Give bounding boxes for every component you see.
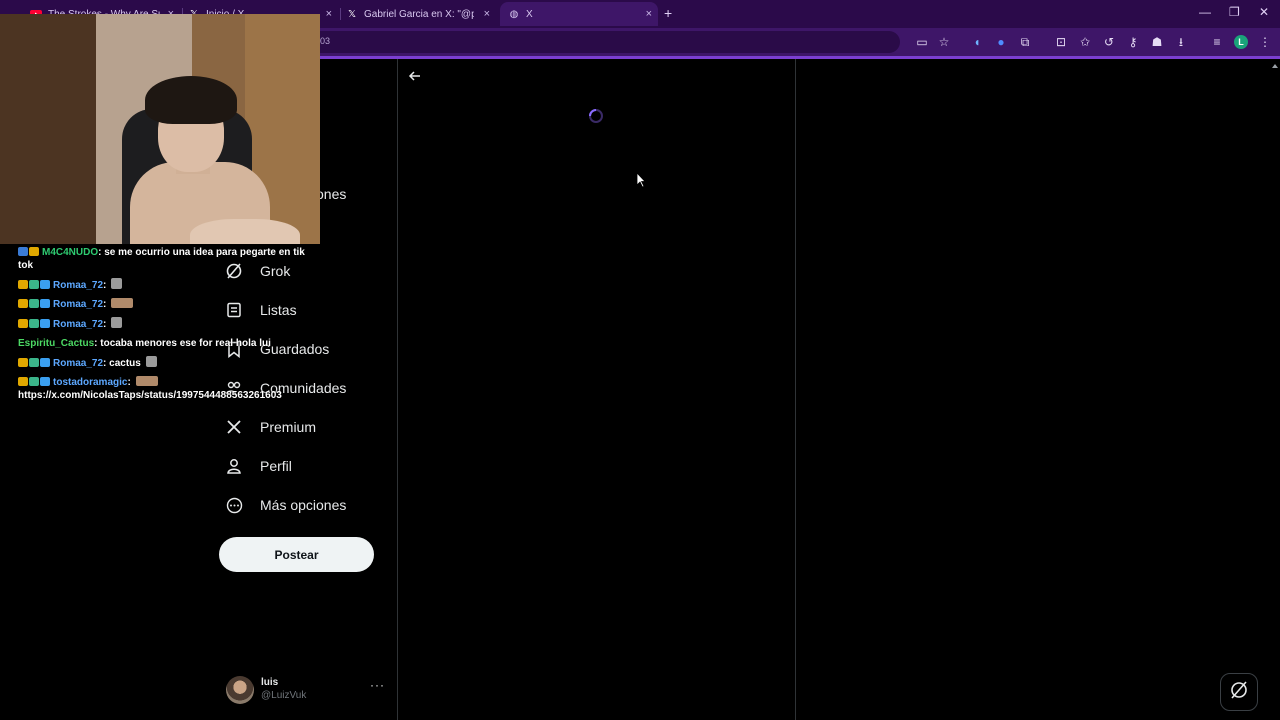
extension-audio-icon[interactable]: ◖ [970,35,984,49]
kebab-menu-icon[interactable]: ⋮ [1258,35,1272,49]
main-column-border-left [397,59,398,720]
chat-username: Romaa_72 [53,280,104,291]
chat-badges-icon [18,246,40,259]
restore-button[interactable]: ❐ [1229,5,1240,19]
new-tab-button[interactable]: + [664,5,672,21]
chat-username: M4C4NUDO [42,247,99,258]
account-switcher[interactable]: luis @LuizVuk ··· [226,674,386,706]
chat-badges-icon [18,279,51,292]
account-name: luis [261,677,279,688]
account-handle: @LuizVuk [261,690,307,701]
chat-message: Romaa_72: [18,298,308,311]
tab-title: X [526,8,533,20]
tab-close-button[interactable]: × [484,8,490,20]
key-icon[interactable]: ⚷ [1126,35,1140,49]
chat-text: cactus [109,358,144,369]
chat-badges-icon [18,298,51,311]
sidebar-item-label-partial: ones [316,186,347,202]
favorites-icon[interactable]: ✩ [1078,35,1092,49]
chat-username: Romaa_72 [53,358,104,369]
webcam-overlay [0,14,320,244]
tab-close-button[interactable]: × [646,8,652,20]
chat-username: Romaa_72 [53,319,104,330]
sidebar-item-label: Más opciones [260,497,347,513]
chat-emote-icon [111,278,123,289]
minimize-button[interactable]: — [1199,5,1211,19]
more-icon[interactable]: ··· [370,678,385,692]
chat-separator: : [103,299,110,310]
chat-separator: : [103,319,110,330]
back-arrow-icon[interactable] [407,68,423,84]
chat-emote-icon [111,298,134,308]
close-window-button[interactable]: ✕ [1259,5,1269,19]
sidebar-item-premium[interactable]: Premium [222,411,316,443]
more-circle-icon [222,493,246,517]
mouse-cursor-icon [636,171,646,188]
chat-message: Romaa_72: [18,317,308,331]
chat-badges-icon [18,318,51,331]
page-scrollbar[interactable] [1270,59,1280,720]
cast-icon[interactable]: ▭ [915,35,929,49]
incognito-icon[interactable]: ☗ [1150,35,1164,49]
profile-avatar[interactable]: L [1234,35,1248,49]
profile-icon [222,454,246,478]
history-icon[interactable]: ↺ [1102,35,1116,49]
address-text: 03 [320,36,331,46]
download-icon[interactable]: ⭳ [1174,35,1188,49]
chat-message: Romaa_72: [18,278,308,292]
media-control-icon[interactable]: ≡ [1210,35,1224,49]
chat-separator: : [127,377,134,388]
loading-spinner-icon [588,108,604,124]
address-bar[interactable]: 03 [300,31,900,53]
globe-icon: ◍ [509,8,519,20]
sidebar-item-perfil[interactable]: Perfil [222,450,292,482]
sidebar-item-mas-opciones[interactable]: Más opciones [222,489,346,521]
chat-badges-icon [18,376,51,389]
chat-text: tocaba menores ese for real hola lui [100,338,271,349]
x-logo-icon: 𝕏 [347,8,357,20]
chat-username: Romaa_72 [53,299,104,310]
chat-message: tostadoramagic: https://x.com/NicolasTap… [18,376,308,402]
chat-text: https://x.com/NicolasTaps/status/1997544… [18,390,282,401]
grok-icon [1229,680,1249,705]
post-button[interactable]: Postear [219,537,374,572]
chat-message: M4C4NUDO: se me ocurrio una idea para pe… [18,246,308,272]
browser-tab-4[interactable]: ◍ X × [500,2,658,26]
x-logo-icon [222,415,246,439]
extension-blue-icon[interactable]: ● [994,35,1008,49]
chat-message: Espiritu_Cactus: tocaba menores ese for … [18,337,308,350]
chat-emote-icon [111,317,123,328]
chat-emote-icon [135,376,158,386]
chat-separator: : [103,280,110,291]
star-icon[interactable]: ☆ [937,35,951,49]
tab-close-button[interactable]: × [326,8,332,20]
chat-badges-icon [18,357,51,370]
chat-username: Espiritu_Cactus [18,338,95,349]
browser-tab-3[interactable]: 𝕏 Gabriel Garcia en X: "@porque × [346,4,496,24]
chat-username: tostadoramagic [53,377,128,388]
puzzle-icon[interactable]: ⧉ [1018,35,1032,49]
main-column-border-right [795,59,796,720]
chat-emote-icon [145,356,157,367]
tab-title: Gabriel Garcia en X: "@porque [364,8,474,20]
stream-chat-overlay: M4C4NUDO: se me ocurrio una idea para pe… [18,246,308,408]
sidebar-item-label: Premium [260,419,317,435]
grok-floating-button[interactable] [1220,673,1258,711]
chat-message: Romaa_72: cactus [18,356,308,370]
avatar [226,676,254,704]
sidebar-item-label: Perfil [260,458,292,474]
screenshot-icon[interactable]: ⊡ [1054,35,1068,49]
